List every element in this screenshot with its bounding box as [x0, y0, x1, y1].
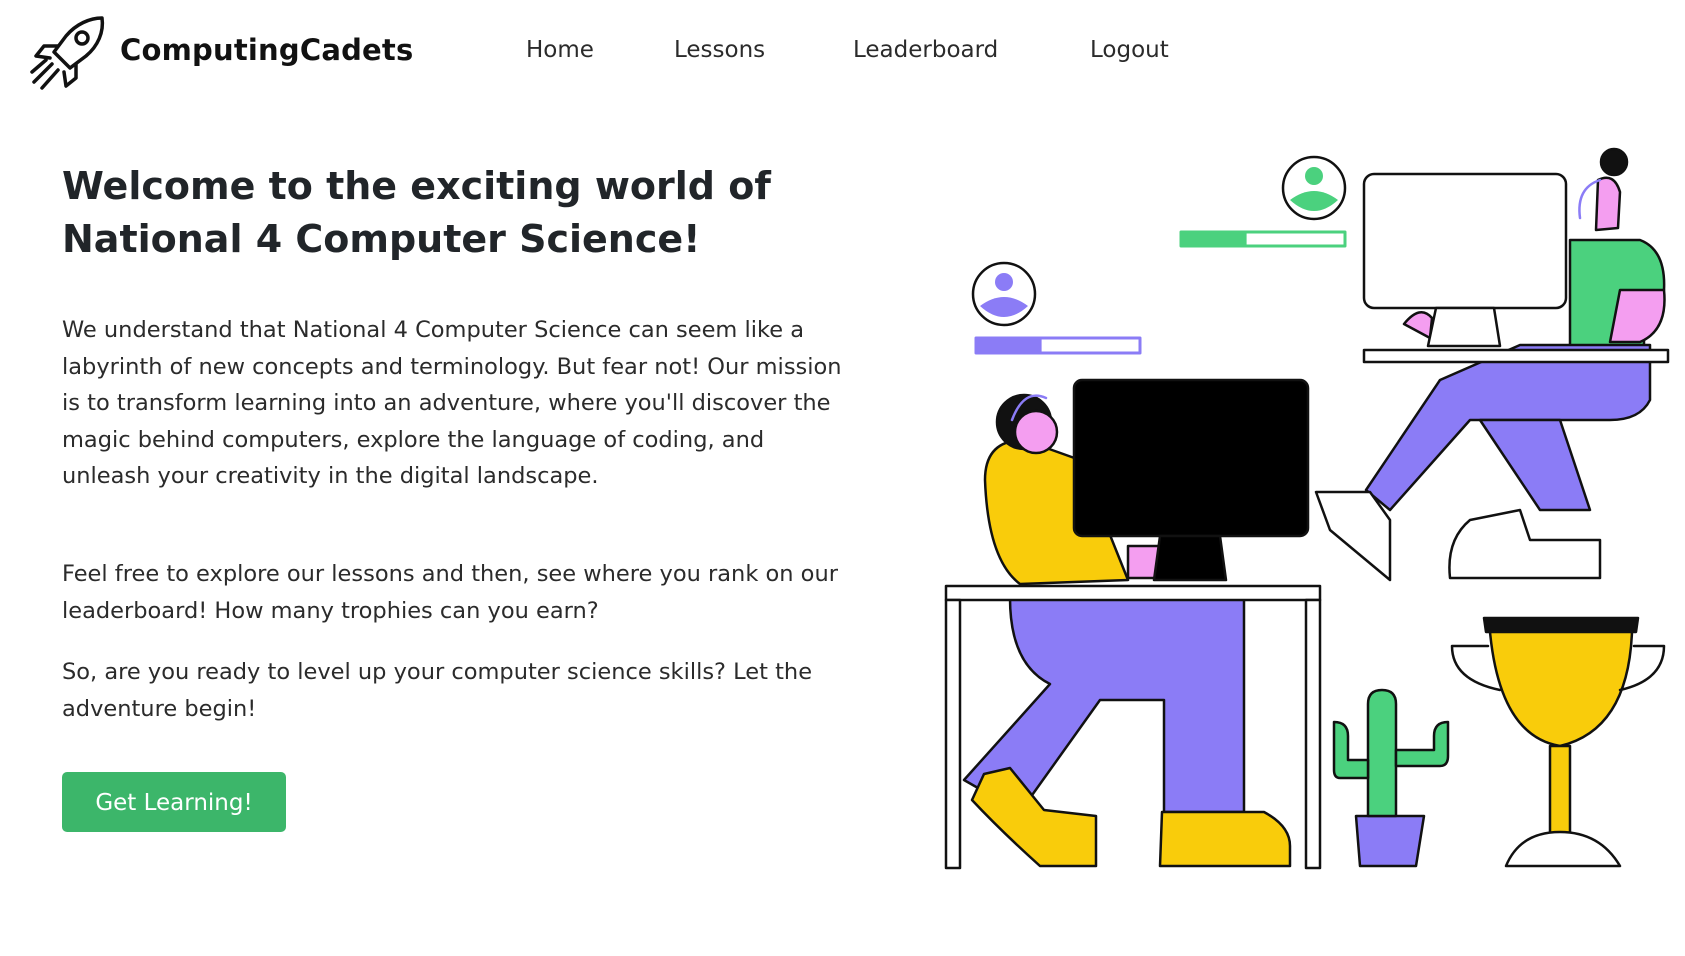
nav-home[interactable]: Home [526, 37, 594, 63]
rocket-icon [30, 16, 105, 90]
explore-paragraph: Feel free to explore our lessons and the… [62, 561, 838, 624]
profile-avatar-top [1281, 155, 1347, 221]
brand-link[interactable]: ComputingCadets [28, 14, 413, 94]
progress-bar-left-track [974, 336, 1142, 355]
trophy-icon [1450, 616, 1666, 868]
hero-title: Welcome to the exciting world of Nationa… [62, 164, 771, 261]
brand-name: ComputingCadets [120, 33, 414, 67]
profile-avatar-left [971, 261, 1037, 327]
progress-bar-top-fill [1181, 232, 1247, 246]
adventure-paragraph: So, are you ready to level up your compu… [62, 659, 813, 722]
person-left [962, 393, 1292, 868]
nav-logout[interactable]: Logout [1090, 37, 1169, 63]
progress-bar-left-fill [976, 338, 1042, 353]
monitor-white [1362, 172, 1670, 364]
monitor-black [1072, 378, 1310, 582]
get-learning-button[interactable]: Get Learning! [62, 772, 286, 832]
nav-lessons[interactable]: Lessons [674, 37, 765, 63]
cactus-plant [1332, 688, 1450, 868]
top-navbar: ComputingCadets Home Lessons Leaderboard… [0, 0, 1685, 100]
progress-bar-top-track [1179, 230, 1347, 248]
intro-paragraph: We understand that National 4 Computer S… [62, 317, 842, 489]
desk [944, 584, 1322, 870]
person-right [1314, 147, 1666, 582]
nav-leaderboard[interactable]: Leaderboard [853, 37, 998, 63]
